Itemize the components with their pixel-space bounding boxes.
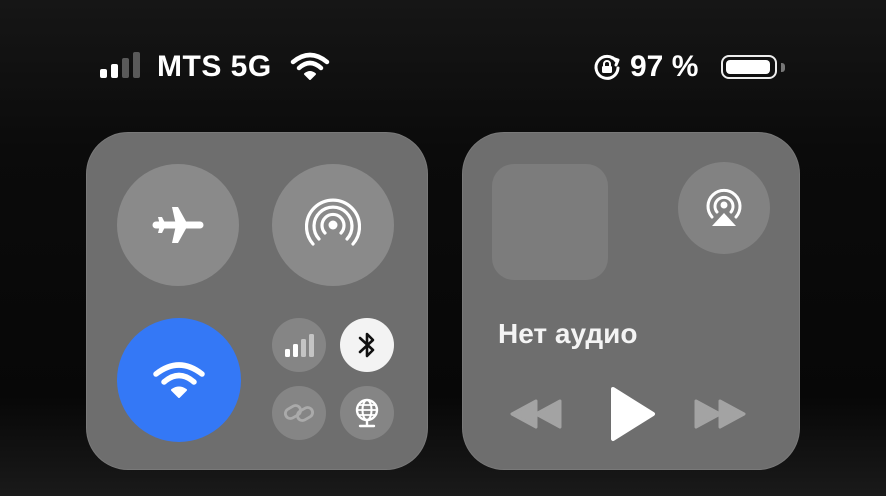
- now-playing-panel: Нет аудио: [462, 132, 800, 470]
- carrier-label: MTS 5G: [157, 50, 272, 83]
- album-artwork: [492, 164, 608, 280]
- personal-hotspot-toggle[interactable]: [272, 164, 394, 286]
- bluetooth-toggle[interactable]: [340, 318, 394, 372]
- battery-icon: [721, 55, 777, 79]
- wifi-toggle[interactable]: [117, 318, 241, 442]
- vpn-icon: [284, 404, 314, 422]
- connectivity-panel: [86, 132, 428, 470]
- airplay-button[interactable]: [678, 162, 770, 254]
- cellular-icon: [285, 334, 314, 357]
- airplane-mode-toggle[interactable]: [117, 164, 239, 286]
- play-button[interactable]: [602, 382, 662, 446]
- wifi-status-icon: [290, 50, 330, 87]
- backward-icon: [510, 399, 562, 429]
- battery-percentage: 97 %: [630, 50, 699, 83]
- battery-level-fill: [726, 60, 770, 74]
- globe-icon: [355, 398, 379, 428]
- next-track-button[interactable]: [692, 394, 748, 434]
- vpn-toggle[interactable]: [272, 386, 326, 440]
- globe-network-toggle[interactable]: [340, 386, 394, 440]
- now-playing-label: Нет аудио: [498, 318, 638, 349]
- hotspot-icon: [305, 198, 361, 246]
- bluetooth-icon: [358, 332, 375, 358]
- airplay-icon: [706, 188, 742, 226]
- status-bar: MTS 5G 97 %: [0, 46, 886, 86]
- cellular-data-toggle[interactable]: [272, 318, 326, 372]
- airplane-icon: [152, 207, 204, 243]
- wifi-icon: [153, 362, 205, 398]
- forward-icon: [694, 399, 746, 429]
- battery-cap: [781, 63, 785, 72]
- cellular-signal-icon: [100, 52, 140, 78]
- rotation-lock-icon: [592, 52, 622, 87]
- previous-track-button[interactable]: [508, 394, 564, 434]
- play-icon: [611, 387, 655, 441]
